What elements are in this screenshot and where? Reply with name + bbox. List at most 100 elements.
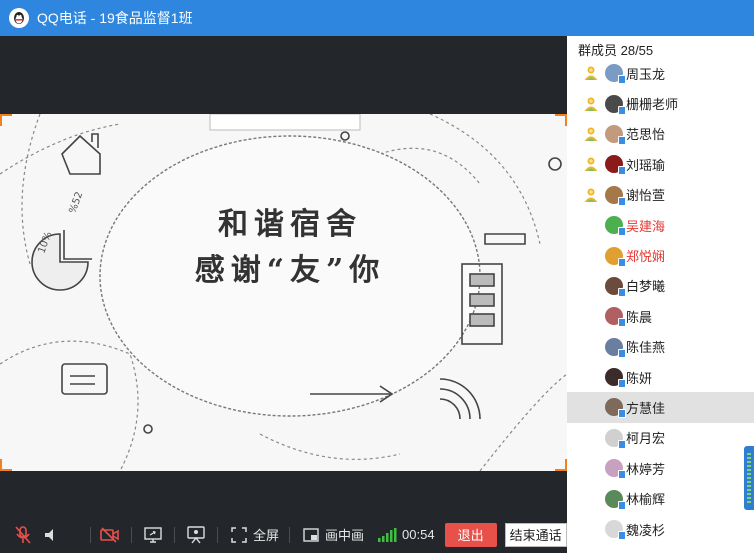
avatar [605,216,626,237]
frame-corner [0,459,12,471]
phone-device-icon [618,409,626,419]
member-row[interactable]: 陈晨 [567,301,754,331]
member-list[interactable]: 周玉龙栅栅老师范思怡刘瑶瑜谢怡萱吴建海 郑悦娴白梦曦陈晨陈佳燕陈妍方慧佳柯月宏林婷… [567,58,754,544]
member-row[interactable]: 郑悦娴 [567,240,754,270]
end-call-button[interactable]: 结束通话 [504,522,567,547]
video-area[interactable]: 10% %52 和谐宿舍 感谢“友”你 [0,36,567,516]
title-separator: - [86,10,100,26]
svg-text:%52: %52 [67,190,85,215]
avatar [605,276,626,297]
signal-icon [376,524,398,546]
exit-button[interactable]: 退出 [444,522,497,547]
phone-device-icon [618,379,626,389]
member-name: 栅栅老师 [626,97,679,113]
slide-line-2: 感谢“友”你 [194,253,386,288]
member-row[interactable]: 栅栅老师 [567,88,754,118]
qq-logo-icon [9,8,29,28]
phone-device-icon [618,348,626,358]
title-bar: QQ电话 - 19食品监督1班 [0,0,754,36]
member-row[interactable]: 白梦曦 [567,271,754,301]
member-name: 范思怡 [626,127,666,143]
avatar [605,124,626,145]
phone-device-icon [618,135,626,145]
avatar [605,459,626,480]
avatar [605,155,626,176]
member-name: 周玉龙 [626,66,666,82]
avatar [605,307,626,328]
member-row[interactable]: 谢怡萱 [567,180,754,210]
member-name: 刘瑶瑜 [626,157,666,173]
toolbar-divider [289,526,291,543]
member-name: 谢怡萱 [626,188,666,204]
avatar [605,185,626,206]
slide-line-1: 和谐宿舍 [218,207,362,242]
member-name: 柯月宏 [626,431,666,447]
user-role-icon [583,96,599,112]
volume-indicator[interactable] [744,446,754,510]
camera-off-icon[interactable] [99,524,121,546]
member-row[interactable]: 方慧佳 [567,392,754,423]
member-name: 陈晨 [626,309,653,325]
phone-device-icon [618,75,626,85]
member-row[interactable]: 陈妍 [567,362,754,392]
phone-device-icon [618,470,626,480]
member-row[interactable]: 陈佳燕 [567,332,754,362]
window-title: QQ电话 - 19食品监督1班 [37,8,193,28]
toolbar-divider [131,526,132,543]
user-role-icon [583,156,599,172]
member-panel: 群成员 28/55 周玉龙栅栅老师范思怡刘瑶瑜谢怡萱吴建海 郑悦娴白梦曦陈晨陈佳燕… [567,36,754,553]
phone-device-icon [618,257,626,267]
phone-device-icon [618,500,626,510]
pip-icon[interactable] [300,524,322,546]
avatar [605,337,626,358]
phone-device-icon [618,531,626,541]
phone-device-icon [618,105,626,115]
call-timer: 00:54 [402,527,435,542]
member-name: 白梦曦 [626,279,666,295]
toolbar-divider [217,526,218,543]
member-name: 林婷芳 [626,461,666,477]
member-name: 陈妍 [626,370,653,386]
member-row[interactable]: 吴建海 [567,210,754,240]
member-row[interactable]: 柯月宏 [567,423,754,453]
presentation-icon[interactable] [185,524,207,546]
member-row[interactable]: 刘瑶瑜 [567,149,754,179]
fullscreen-icon[interactable] [228,524,250,546]
speaker-icon[interactable] [40,524,62,546]
avatar [605,398,626,419]
phone-device-icon [618,166,626,176]
member-row[interactable]: 周玉龙 [567,58,754,88]
phone-device-icon [618,196,626,206]
avatar [605,368,626,389]
group-name: 19食品监督1班 [99,10,193,26]
member-row[interactable]: 魏凌杉 [567,514,754,544]
app-name: QQ电话 [37,10,87,26]
member-name: 方慧佳 [626,400,666,416]
pip-button[interactable]: 画中画 [325,525,364,544]
member-row[interactable]: 林榆辉 [567,483,754,513]
screen-share-icon[interactable] [142,524,164,546]
fullscreen-button[interactable]: 全屏 [253,525,279,544]
member-name: 魏凌杉 [626,522,666,538]
avatar [605,520,626,541]
user-role-icon [583,65,599,81]
mic-muted-icon[interactable] [12,524,34,546]
frame-corner [0,114,12,126]
member-row[interactable]: 范思怡 [567,119,754,149]
user-role-icon [583,126,599,142]
shared-slide: 10% %52 和谐宿舍 感谢“友”你 [0,114,567,471]
frame-corner [555,114,567,126]
member-row[interactable]: 林婷芳 [567,453,754,483]
phone-device-icon [618,227,626,237]
user-role-icon [583,187,599,203]
phone-device-icon [618,318,626,328]
phone-device-icon [618,439,626,449]
frame-corner [555,459,567,471]
member-name: 林榆辉 [626,492,666,508]
slide-title: 和谐宿舍 感谢“友”你 [100,202,480,294]
call-toolbar: 全屏 画中画 00:54 退出 结束通话 [0,516,567,553]
member-count-header: 群成员 28/55 [578,43,654,58]
avatar [605,489,626,510]
phone-device-icon [618,287,626,297]
avatar [605,94,626,115]
